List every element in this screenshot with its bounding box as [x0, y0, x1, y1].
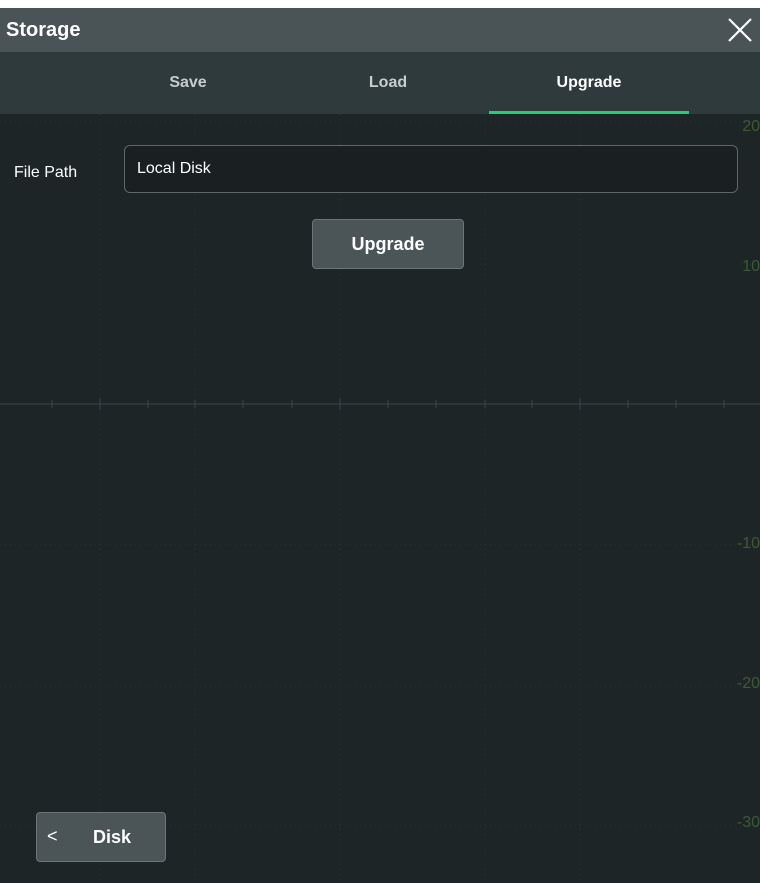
tab-upgrade[interactable]: Upgrade [489, 52, 689, 114]
scale-label: 10 [742, 258, 760, 275]
scale-label: -20 [736, 675, 760, 692]
tab-label: Save [169, 74, 207, 91]
tab-label: Upgrade [556, 74, 622, 91]
scale-label: -30 [736, 814, 760, 831]
storage-dialog: Storage Save Load Upgrade 20 10 -10 -20 … [0, 8, 760, 883]
tab-save[interactable]: Save [88, 52, 288, 114]
title-bar: Storage [0, 8, 760, 52]
file-path-value: Local Disk [137, 160, 211, 177]
tab-load[interactable]: Load [288, 52, 488, 114]
disk-button-label: Disk [93, 827, 132, 847]
tab-label: Load [368, 74, 408, 91]
close-icon[interactable] [726, 16, 754, 44]
disk-back-button[interactable]: < Disk [36, 812, 166, 862]
file-path-label: File Path [14, 164, 78, 181]
dialog-title: Storage [6, 19, 81, 41]
tab-bar: Save Load Upgrade [0, 52, 760, 114]
chevron-left-icon: < [47, 826, 58, 846]
scale-label: -10 [736, 535, 760, 552]
upgrade-button-label: Upgrade [351, 234, 425, 254]
scale-label: 20 [742, 118, 760, 135]
file-path-field[interactable]: Local Disk [124, 145, 738, 193]
upgrade-button[interactable]: Upgrade [312, 219, 464, 269]
